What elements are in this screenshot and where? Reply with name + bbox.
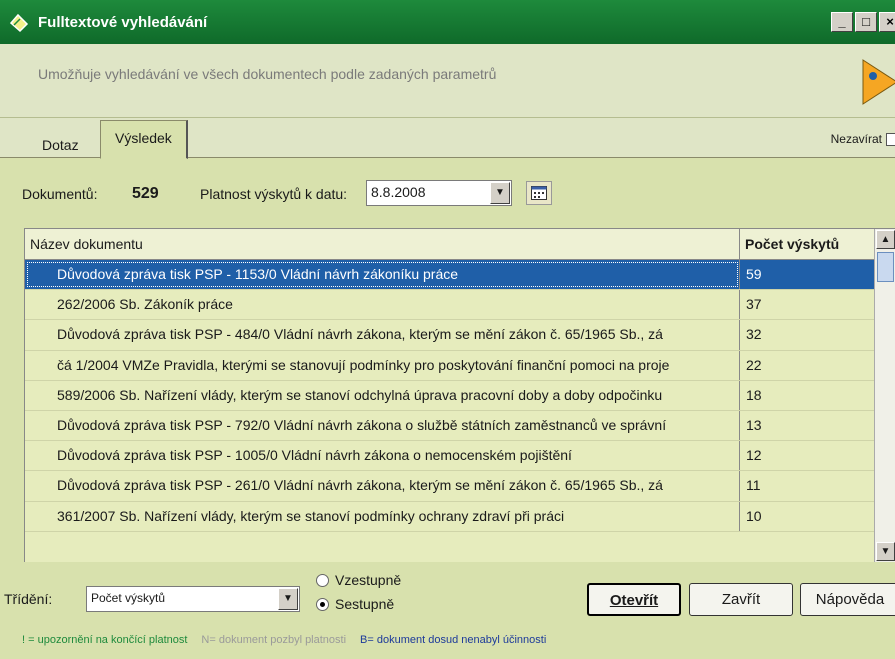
document-name-cell: 589/2006 Sb. Nařízení vlády, kterým se s… <box>25 380 740 410</box>
occurrence-count-cell: 12 <box>746 447 762 464</box>
window-title: Fulltextové vyhledávání <box>38 13 208 31</box>
close-window-button[interactable]: × <box>879 12 895 32</box>
info-description: Umožňuje vyhledávání ve všech dokumentec… <box>38 66 497 82</box>
legend-expired: N= dokument pozbyl platnosti <box>201 634 347 646</box>
vertical-scrollbar[interactable]: ▲ ▼ <box>874 229 895 562</box>
scroll-down-icon[interactable]: ▼ <box>876 542 895 561</box>
maximize-button[interactable]: □ <box>855 12 877 32</box>
app-icon <box>9 13 29 33</box>
table-row[interactable]: Důvodová zpráva tisk PSP - 792/0 Vládní … <box>25 410 895 442</box>
calendar-icon <box>531 186 547 200</box>
occurrence-count-cell: 11 <box>746 477 761 494</box>
occurrence-count-cell: 22 <box>746 356 762 373</box>
document-name-cell: Důvodová zpráva tisk PSP - 1005/0 Vládní… <box>25 441 740 471</box>
occurrence-count-cell: 32 <box>746 326 762 343</box>
tab-vysledek[interactable]: Výsledek <box>100 120 188 159</box>
help-button[interactable]: Nápověda <box>800 583 895 616</box>
sort-asc-radio[interactable]: Vzestupně <box>316 572 401 588</box>
window-controls: _ □ × <box>831 12 895 32</box>
nezavirat-option[interactable]: Nezavírat <box>831 132 895 146</box>
occurrence-count-cell: 18 <box>746 386 762 403</box>
documents-label: Dokumentů: <box>22 186 98 202</box>
document-name-cell: čá 1/2004 VMZe Pravidla, kterými se stan… <box>25 350 740 380</box>
nezavirat-checkbox[interactable] <box>886 132 895 146</box>
table-row[interactable]: čá 1/2004 VMZe Pravidla, kterými se stan… <box>25 350 895 381</box>
info-bar: Umožňuje vyhledávání ve všech dokumentec… <box>0 44 895 118</box>
results-grid[interactable]: Název dokumentu Počet výskytů Důvodová z… <box>24 228 895 562</box>
tab-bar: Dotaz Výsledek Nezavírat <box>0 118 895 159</box>
title-bar: Fulltextové vyhledávání _ □ × <box>0 0 895 44</box>
document-name-cell: Důvodová zpráva tisk PSP - 792/0 Vládní … <box>25 410 740 441</box>
scroll-thumb[interactable] <box>877 252 894 282</box>
document-name-cell: 361/2007 Sb. Nařízení vlády, kterým se s… <box>25 501 740 531</box>
close-button[interactable]: Zavřít <box>689 583 793 616</box>
table-row[interactable]: 262/2006 Sb. Zákoník práce 37 <box>25 290 895 321</box>
column-header-count[interactable]: Počet výskytů <box>740 229 875 259</box>
radio-desc-icon[interactable] <box>316 597 329 611</box>
chevron-down-icon[interactable]: ▼ <box>490 182 510 204</box>
radio-asc-icon[interactable] <box>316 573 329 587</box>
tab-dotaz[interactable]: Dotaz <box>30 132 91 158</box>
validity-label: Platnost výskytů k datu: <box>200 186 348 202</box>
chevron-down-icon[interactable]: ▼ <box>278 588 298 610</box>
filter-row: Dokumentů: 529 Platnost výskytů k datu: … <box>0 158 895 228</box>
scroll-up-icon[interactable]: ▲ <box>876 230 895 249</box>
nezavirat-label: Nezavírat <box>830 132 882 146</box>
legend-pending: B= dokument dosud nenabyl účinnosti <box>360 634 547 646</box>
table-row[interactable]: 589/2006 Sb. Nařízení vlády, kterým se s… <box>25 380 895 411</box>
sort-label: Třídění: <box>4 591 53 607</box>
document-name-cell: 262/2006 Sb. Zákoník práce <box>25 290 740 320</box>
occurrence-count-cell: 37 <box>746 296 762 313</box>
column-header-name[interactable]: Název dokumentu <box>25 229 740 259</box>
table-row[interactable]: 361/2007 Sb. Nařízení vlády, kterým se s… <box>25 501 895 532</box>
table-row[interactable]: Důvodová zpráva tisk PSP - 484/0 Vládní … <box>25 320 895 351</box>
occurrence-count-cell: 10 <box>746 507 762 524</box>
grid-header: Název dokumentu Počet výskytů <box>25 229 895 260</box>
table-row[interactable]: Důvodová zpráva tisk PSP - 1005/0 Vládní… <box>25 441 895 472</box>
open-button[interactable]: Otevřít <box>587 583 681 616</box>
arrow-right-icon[interactable] <box>859 58 895 106</box>
sort-value: Počet výskytů <box>91 591 166 605</box>
sort-select[interactable]: Počet výskytů ▼ <box>86 586 300 612</box>
date-input[interactable]: 8.8.2008 ▼ <box>366 180 512 206</box>
document-name-cell: Důvodová zpráva tisk PSP - 261/0 Vládní … <box>25 471 740 501</box>
legend: ! = upozornění na končící platnost N= do… <box>22 634 546 646</box>
document-name-cell: Důvodová zpráva tisk PSP - 484/0 Vládní … <box>25 320 740 350</box>
sort-asc-label: Vzestupně <box>335 572 402 588</box>
calendar-button[interactable] <box>526 181 552 205</box>
date-value: 8.8.2008 <box>371 184 426 200</box>
document-name-cell: Důvodová zpráva tisk PSP - 1153/0 Vládní… <box>25 260 740 290</box>
documents-count: 529 <box>132 185 159 202</box>
occurrence-count-cell: 13 <box>746 416 762 433</box>
minimize-button[interactable]: _ <box>831 12 853 32</box>
grid-body: Důvodová zpráva tisk PSP - 1153/0 Vládní… <box>25 260 895 532</box>
bottom-panel: Třídění: Počet výskytů ▼ Vzestupně Sestu… <box>0 562 895 659</box>
table-row[interactable]: Důvodová zpráva tisk PSP - 261/0 Vládní … <box>25 471 895 502</box>
legend-warning: ! = upozornění na končící platnost <box>22 634 188 646</box>
sort-desc-label: Sestupně <box>335 596 395 612</box>
table-row[interactable]: Důvodová zpráva tisk PSP - 1153/0 Vládní… <box>25 260 895 291</box>
sort-desc-radio[interactable]: Sestupně <box>316 596 394 612</box>
occurrence-count-cell: 59 <box>746 266 762 282</box>
